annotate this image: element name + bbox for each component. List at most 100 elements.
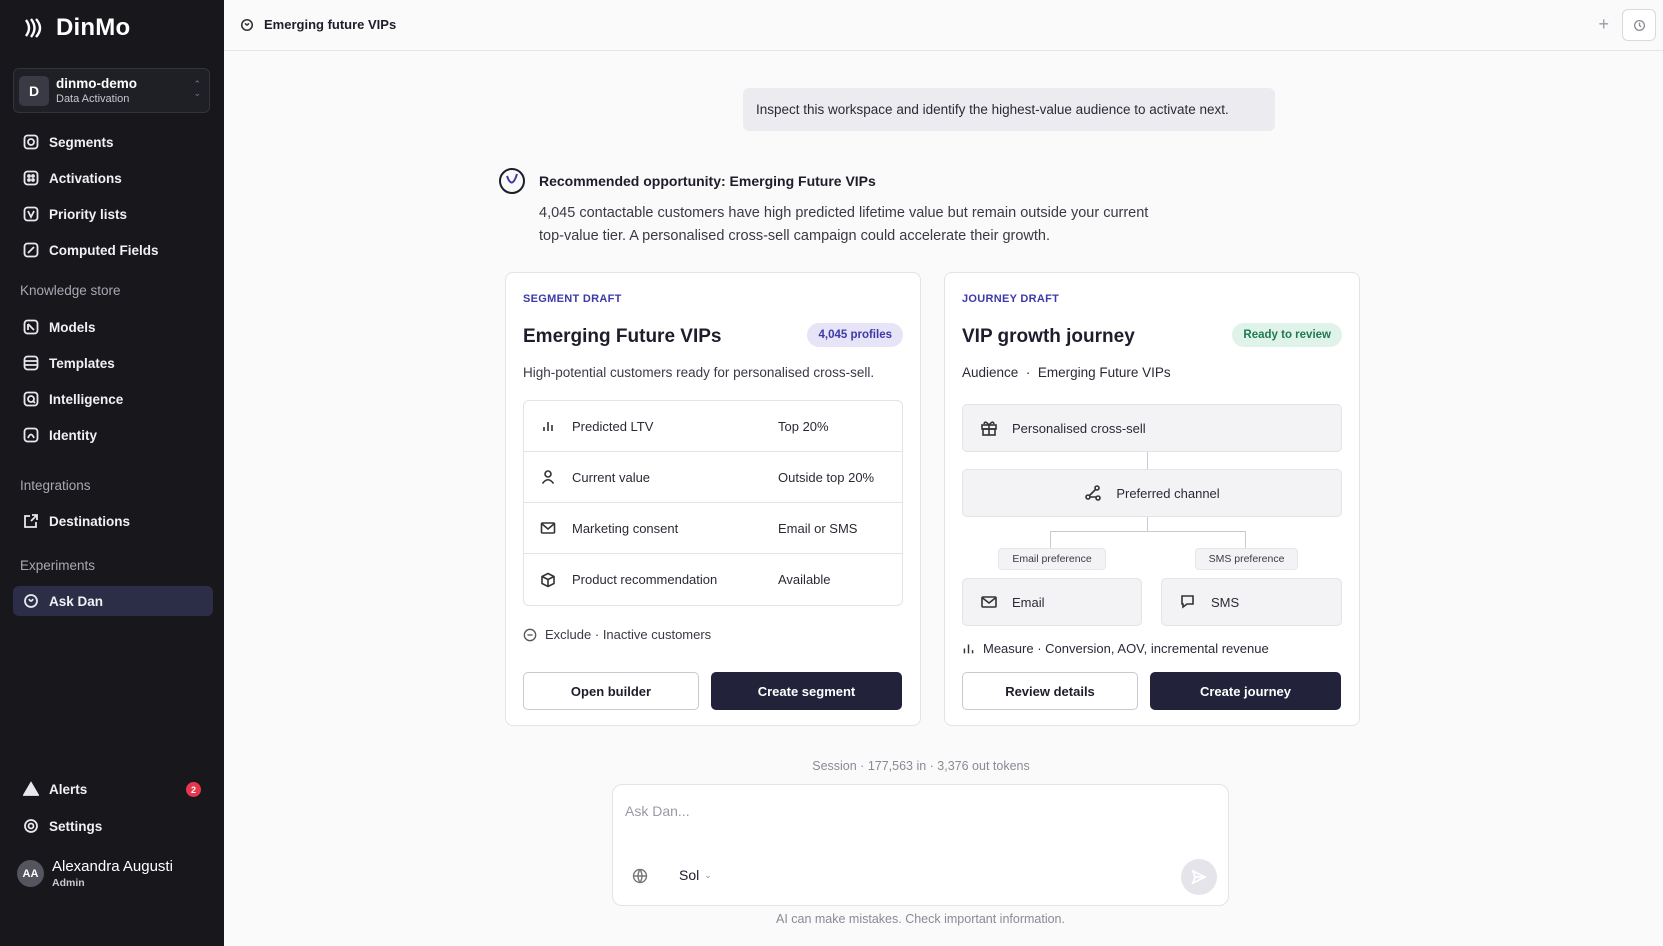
sidebar-item-label: Templates (49, 355, 115, 371)
dinmo-logo-icon (25, 18, 42, 38)
breadcrumb: Emerging future VIPs (240, 17, 396, 32)
chat-composer: Sol ⌄ (612, 784, 1229, 906)
globe-icon[interactable] (632, 868, 648, 884)
step-label: Preferred channel (1116, 485, 1220, 501)
workspace-switcher[interactable]: D dinmo-demo Data Activation ⌃ ⌄ (13, 68, 210, 113)
models-icon (23, 319, 39, 335)
audience-label: Audience (962, 365, 1019, 380)
sidebar-item-ask-dan[interactable]: Ask Dan (13, 586, 213, 616)
exclude-label: Exclude (545, 627, 592, 642)
exclude-value: Inactive customers (602, 627, 712, 642)
box-icon (541, 572, 555, 587)
sidebar-item-label: Identity (49, 427, 98, 443)
journey-step-cross-sell[interactable]: Personalised cross-sell (962, 404, 1342, 452)
sidebar: DinMo D dinmo-demo Data Activation ⌃ ⌄ Se… (0, 0, 224, 946)
card-eyebrow: JOURNEY DRAFT (962, 293, 1060, 305)
sidebar-item-settings[interactable]: Settings (13, 811, 213, 841)
workspace-name: dinmo-demo (56, 76, 137, 91)
chevron-down-icon: ⌄ (704, 869, 712, 880)
table-row: Marketing consent Email or SMS (524, 503, 902, 554)
table-row: Current value Outside top 20% (524, 452, 902, 503)
measure-row: Measure · Conversion, AOV, incremental r… (962, 641, 1269, 656)
flow-connector (1147, 452, 1148, 469)
user-role: Admin (52, 877, 85, 889)
sidebar-item-computed-fields[interactable]: Computed Fields (13, 235, 213, 265)
chat-bubble-icon (1181, 595, 1194, 609)
workspace-subtitle: Data Activation (56, 93, 130, 105)
review-details-button[interactable]: Review details (962, 672, 1138, 710)
ask-dan-input[interactable] (625, 799, 1185, 823)
avatar: AA (17, 860, 44, 887)
user-profile[interactable]: AA Alexandra Augusti Admin (17, 858, 173, 889)
destinations-icon (24, 514, 38, 528)
intelligence-icon (23, 391, 39, 407)
sidebar-item-label: Activations (49, 170, 122, 186)
step-label: Personalised cross-sell (1012, 420, 1146, 436)
criteria-value: Available (778, 572, 831, 587)
alert-triangle-icon (23, 781, 39, 796)
sidebar-item-label: Intelligence (49, 391, 124, 407)
sidebar-item-models[interactable]: Models (13, 312, 213, 342)
sidebar-item-intelligence[interactable]: Intelligence (13, 384, 213, 414)
journey-audience: Audience · Emerging Future VIPs (962, 365, 1171, 380)
open-builder-button[interactable]: Open builder (523, 672, 699, 710)
criteria-table: Predicted LTV Top 20% Current value Outs… (523, 400, 903, 606)
segments-icon (23, 134, 39, 150)
criteria-label: Predicted LTV (572, 418, 654, 434)
separator-dot: · (1033, 641, 1046, 656)
journey-step-email[interactable]: Email (962, 578, 1142, 626)
sidebar-item-segments[interactable]: Segments (13, 127, 213, 157)
session-token-count: Session · 177,563 in · 3,376 out tokens (812, 759, 1030, 773)
split-branch-icon (1085, 485, 1102, 501)
gift-icon (981, 421, 997, 436)
section-experiments: Experiments (20, 558, 96, 573)
create-segment-button[interactable]: Create segment (711, 672, 902, 710)
criteria-label: Marketing consent (572, 520, 679, 536)
send-button[interactable] (1181, 859, 1217, 895)
new-chat-button[interactable]: + (1598, 14, 1609, 34)
send-icon (1191, 869, 1207, 885)
model-select[interactable]: Sol ⌄ (679, 867, 712, 883)
gear-icon (24, 819, 38, 833)
model-select-value: Sol (679, 867, 700, 883)
sidebar-item-priority-lists[interactable]: Priority lists (13, 199, 213, 229)
sidebar-item-destinations[interactable]: Destinations (13, 506, 213, 536)
audience-value: Emerging Future VIPs (1037, 365, 1171, 380)
create-journey-button[interactable]: Create journey (1150, 672, 1341, 710)
flow-connector (1050, 531, 1245, 532)
status-badge: Ready to review (1232, 323, 1342, 347)
journey-step-preferred-channel[interactable]: Preferred channel (962, 469, 1342, 517)
sidebar-item-alerts[interactable]: Alerts 2 (13, 774, 213, 804)
bar-chart-icon (963, 644, 974, 654)
sidebar-item-label: Destinations (49, 513, 131, 529)
minus-circle-icon (523, 628, 537, 641)
alerts-count-badge: 2 (186, 782, 201, 797)
sidebar-item-activations[interactable]: Activations (13, 163, 213, 193)
page-title: Emerging future VIPs (264, 17, 397, 32)
journey-step-sms[interactable]: SMS (1161, 578, 1342, 626)
card-eyebrow: SEGMENT DRAFT (523, 293, 622, 305)
brand-logo[interactable]: DinMo (22, 14, 130, 42)
measure-value: Conversion, AOV, incremental revenue (1045, 641, 1269, 656)
activations-icon (23, 170, 39, 186)
bar-chart-icon (543, 422, 553, 431)
sidebar-item-label: Segments (49, 134, 114, 150)
user-message: Inspect this workspace and identify the … (743, 88, 1275, 131)
branch-tag-email: Email preference (998, 548, 1106, 570)
brand-name: DinMo (56, 14, 131, 41)
history-button[interactable] (1622, 9, 1656, 41)
criteria-value: Email or SMS (778, 520, 858, 536)
criteria-value: Outside top 20% (778, 469, 875, 485)
disclaimer: AI can make mistakes. Check important in… (775, 912, 1065, 926)
sidebar-item-templates[interactable]: Templates (13, 348, 213, 378)
step-label: SMS (1211, 594, 1240, 610)
flow-connector (1147, 517, 1148, 531)
measure-label: Measure (983, 641, 1034, 656)
exclude-rule: Exclude · Inactive customers (523, 627, 711, 642)
sidebar-item-identity[interactable]: Identity (13, 420, 213, 450)
recommendation-body: 4,045 contactable customers have high pr… (539, 202, 1179, 248)
recommendation-title: Recommended opportunity: Emerging Future… (539, 173, 876, 189)
criteria-label: Current value (572, 469, 651, 485)
criteria-value: Top 20% (778, 418, 829, 434)
ask-dan-icon (240, 18, 254, 31)
